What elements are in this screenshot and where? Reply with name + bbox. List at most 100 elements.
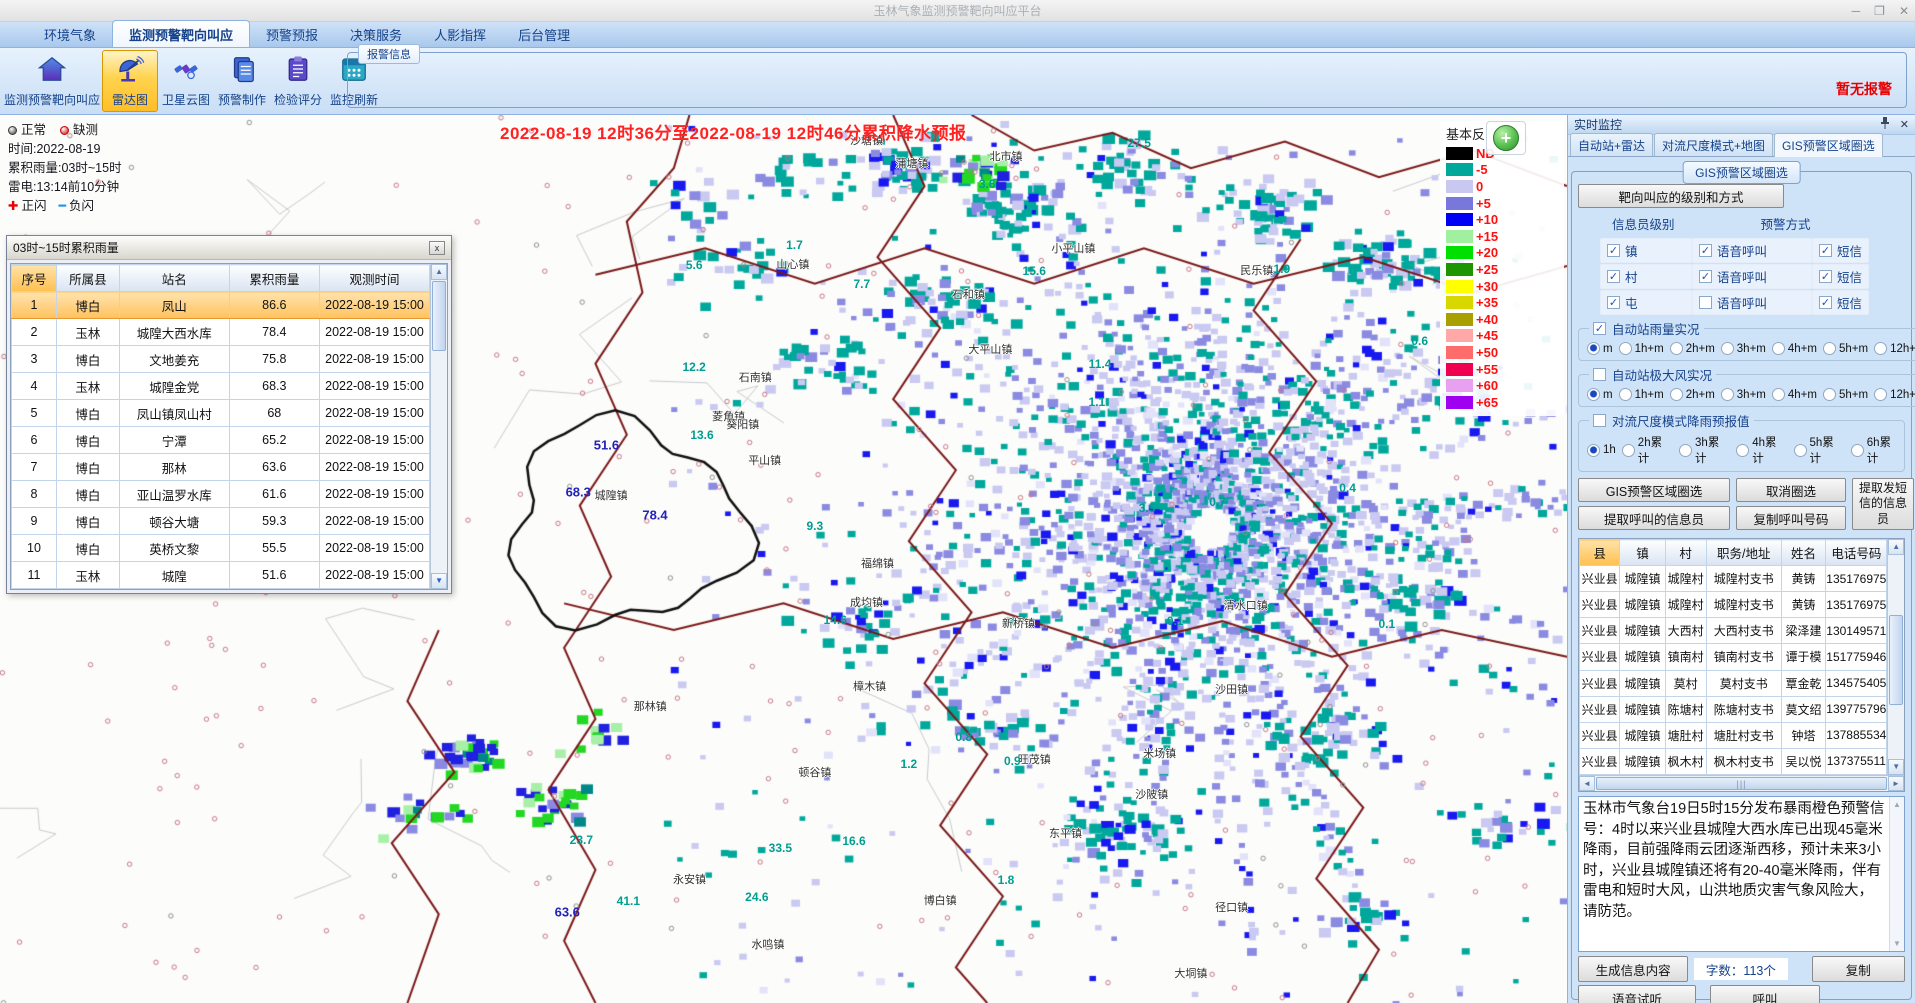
radio-button[interactable] bbox=[1772, 388, 1785, 401]
voice-call-checkbox[interactable]: 语音呼叫 bbox=[1692, 290, 1812, 315]
table-row[interactable]: 兴业县城隍镇大西村大西村支书梁泽建130149571 bbox=[1580, 618, 1887, 644]
maximize-icon[interactable]: ❐ bbox=[1874, 4, 1885, 18]
table-row[interactable]: 9博白顿谷大塘59.32022-08-19 15:00 bbox=[12, 508, 430, 535]
sms-checkbox[interactable]: ✓短信 bbox=[1812, 264, 1869, 289]
radio-option[interactable]: m bbox=[1585, 342, 1613, 355]
checkbox[interactable] bbox=[1593, 368, 1606, 381]
scroll-down-icon[interactable]: ▼ bbox=[1888, 759, 1904, 775]
checkbox[interactable]: ✓ bbox=[1607, 244, 1620, 257]
table-row[interactable]: 兴业县城隍镇城隍村城隍村支书黄铸135176975 bbox=[1580, 566, 1887, 592]
radio-button[interactable] bbox=[1587, 388, 1600, 401]
radio-option[interactable]: 5h+m bbox=[1817, 388, 1868, 401]
table-row[interactable]: 7博白那林63.62022-08-19 15:00 bbox=[12, 454, 430, 481]
table-row[interactable]: 4玉林城隍金党68.32022-08-19 15:00 bbox=[12, 373, 430, 400]
scroll-up-icon[interactable]: ▲ bbox=[1890, 797, 1904, 812]
checkbox[interactable]: ✓ bbox=[1819, 270, 1832, 283]
table-row[interactable]: 兴业县城隍镇镇南村镇南村支书谭于模151775946 bbox=[1580, 644, 1887, 670]
table-row[interactable]: 2玉林城隍大西水库78.42022-08-19 15:00 bbox=[12, 319, 430, 346]
checkbox[interactable]: ✓ bbox=[1607, 270, 1620, 283]
level-checkbox-屯[interactable]: ✓屯 bbox=[1600, 290, 1692, 315]
scroll-right-icon[interactable]: ► bbox=[1888, 776, 1904, 791]
voice-preview-button[interactable]: 语音试听 bbox=[1578, 985, 1696, 1003]
table-row[interactable]: 1博白凤山86.62022-08-19 15:00 bbox=[12, 292, 430, 319]
radio-button[interactable] bbox=[1721, 342, 1734, 355]
checkbox[interactable]: ✓ bbox=[1607, 296, 1620, 309]
copy-button[interactable]: 复制 bbox=[1812, 956, 1905, 982]
rain-table[interactable]: 序号所属县站名累积雨量观测时间 1博白凤山86.62022-08-19 15:0… bbox=[11, 264, 430, 589]
level-checkbox-村[interactable]: ✓村 bbox=[1600, 264, 1692, 289]
table-row[interactable]: 11玉林城隍51.62022-08-19 15:00 bbox=[12, 562, 430, 589]
radio-button[interactable] bbox=[1622, 444, 1635, 457]
table-row[interactable]: 兴业县城隍镇塘肚村塘肚村支书钟塔137885534 bbox=[1580, 722, 1887, 748]
table-row[interactable]: 10博白英桥文黎55.52022-08-19 15:00 bbox=[12, 535, 430, 562]
table-row[interactable]: 兴业县城隍镇莫村莫村支书覃金乾134575405 bbox=[1580, 670, 1887, 696]
radio-button[interactable] bbox=[1851, 444, 1864, 457]
message-scrollbar[interactable]: ▲ ▼ bbox=[1889, 797, 1904, 951]
extract-call-informants-button[interactable]: 提取呼叫的信息员 bbox=[1578, 506, 1730, 530]
hscroll-thumb[interactable]: ||| bbox=[1596, 777, 1887, 790]
scroll-down-icon[interactable]: ▼ bbox=[431, 573, 447, 589]
radio-option[interactable]: 2h+m bbox=[1664, 388, 1715, 401]
table-row[interactable]: 兴业县城隍镇城隍村城隍村支书黄铸135176975 bbox=[1580, 592, 1887, 618]
copy-call-number-button[interactable]: 复制呼叫号码 bbox=[1736, 506, 1846, 530]
checkbox[interactable]: ✓ bbox=[1593, 322, 1606, 335]
cancel-select-button[interactable]: 取消圈选 bbox=[1736, 478, 1846, 502]
radio-button[interactable] bbox=[1670, 342, 1683, 355]
radio-option[interactable]: 4h+m bbox=[1766, 342, 1817, 355]
checkbox[interactable]: ✓ bbox=[1819, 244, 1832, 257]
radio-option[interactable]: 4h累计 bbox=[1730, 434, 1787, 466]
minimize-icon[interactable]: ─ bbox=[1852, 4, 1861, 18]
radio-option[interactable]: 6h累计 bbox=[1845, 434, 1902, 466]
table-row[interactable]: 兴业县城隍镇陈塘村陈塘村支书莫文绍139775796 bbox=[1580, 696, 1887, 722]
tool-button-卫星云图[interactable]: 卫星云图 bbox=[158, 50, 214, 112]
radio-option[interactable]: 5h+m bbox=[1817, 342, 1868, 355]
voice-call-checkbox[interactable]: ✓语音呼叫 bbox=[1692, 238, 1812, 263]
table-row[interactable]: 6博白宁潭65.22022-08-19 15:00 bbox=[12, 427, 430, 454]
menu-tab-监测预警靶向叫应[interactable]: 监测预警靶向叫应 bbox=[112, 20, 250, 47]
radio-button[interactable] bbox=[1679, 444, 1692, 457]
tool-button-监测预警靶向叫应[interactable]: 监测预警靶向叫应 bbox=[2, 50, 102, 112]
tool-button-检验评分[interactable]: 检验评分 bbox=[270, 50, 326, 112]
panel-tab-自动站+雷达[interactable]: 自动站+雷达 bbox=[1570, 133, 1653, 156]
table-row[interactable]: 兴业县城隍镇枫木村枫木村支书吴以悦137375511 bbox=[1580, 748, 1887, 774]
scroll-up-icon[interactable]: ▲ bbox=[1888, 539, 1904, 555]
extract-sms-informants-button[interactable]: 提取发短信的信息员 bbox=[1852, 478, 1914, 530]
radio-button[interactable] bbox=[1874, 342, 1887, 355]
radio-button[interactable] bbox=[1619, 388, 1632, 401]
panel-tab-GIS预警区域圈选[interactable]: GIS预警区域圈选 bbox=[1774, 133, 1883, 157]
radio-option[interactable]: 2h累计 bbox=[1616, 434, 1673, 466]
sms-checkbox[interactable]: ✓短信 bbox=[1812, 238, 1869, 263]
radio-option[interactable]: 12h+m bbox=[1868, 388, 1915, 401]
table-row[interactable]: 3博白文地姜充75.82022-08-19 15:00 bbox=[12, 346, 430, 373]
radio-option[interactable]: m bbox=[1585, 388, 1613, 401]
map-zoom-button[interactable]: + bbox=[1486, 121, 1526, 155]
pin-icon[interactable] bbox=[1880, 117, 1890, 132]
scroll-left-icon[interactable]: ◄ bbox=[1579, 776, 1595, 791]
radio-option[interactable]: 2h+m bbox=[1664, 342, 1715, 355]
voice-call-checkbox[interactable]: ✓语音呼叫 bbox=[1692, 264, 1812, 289]
radio-option[interactable]: 1h bbox=[1585, 444, 1616, 457]
radio-button[interactable] bbox=[1772, 342, 1785, 355]
radar-map[interactable]: 沙塘镇蒲塘镇北市镇小平山镇民乐镇山心镇石和镇大平山镇石南镇菱角镇葵阳镇平山镇城隍… bbox=[0, 115, 1567, 1003]
close-icon[interactable]: ✕ bbox=[1899, 4, 1909, 18]
tool-button-预警制作[interactable]: 预警制作 bbox=[214, 50, 270, 112]
radio-button[interactable] bbox=[1874, 388, 1887, 401]
call-level-mode-button[interactable]: 靶向叫应的级别和方式 bbox=[1578, 184, 1784, 208]
menu-tab-环境气象[interactable]: 环境气象 bbox=[28, 21, 112, 47]
radio-option[interactable]: 1h+m bbox=[1613, 342, 1664, 355]
radio-button[interactable] bbox=[1823, 388, 1836, 401]
radio-button[interactable] bbox=[1587, 342, 1600, 355]
menu-tab-预警预报[interactable]: 预警预报 bbox=[250, 21, 334, 47]
radio-button[interactable] bbox=[1587, 444, 1600, 457]
radio-button[interactable] bbox=[1619, 342, 1632, 355]
radio-button[interactable] bbox=[1736, 444, 1749, 457]
close-icon[interactable]: x bbox=[429, 241, 445, 255]
panel-tab-对流尺度模式+地图[interactable]: 对流尺度模式+地图 bbox=[1654, 133, 1773, 156]
checkbox[interactable] bbox=[1593, 414, 1606, 427]
table-row[interactable]: 5博白凤山镇凤山村682022-08-19 15:00 bbox=[12, 400, 430, 427]
menu-tab-后台管理[interactable]: 后台管理 bbox=[502, 21, 586, 47]
radio-button[interactable] bbox=[1823, 342, 1836, 355]
radio-button[interactable] bbox=[1794, 444, 1807, 457]
radio-option[interactable]: 1h+m bbox=[1613, 388, 1664, 401]
tool-button-雷达图[interactable]: 雷达图 bbox=[102, 50, 158, 112]
